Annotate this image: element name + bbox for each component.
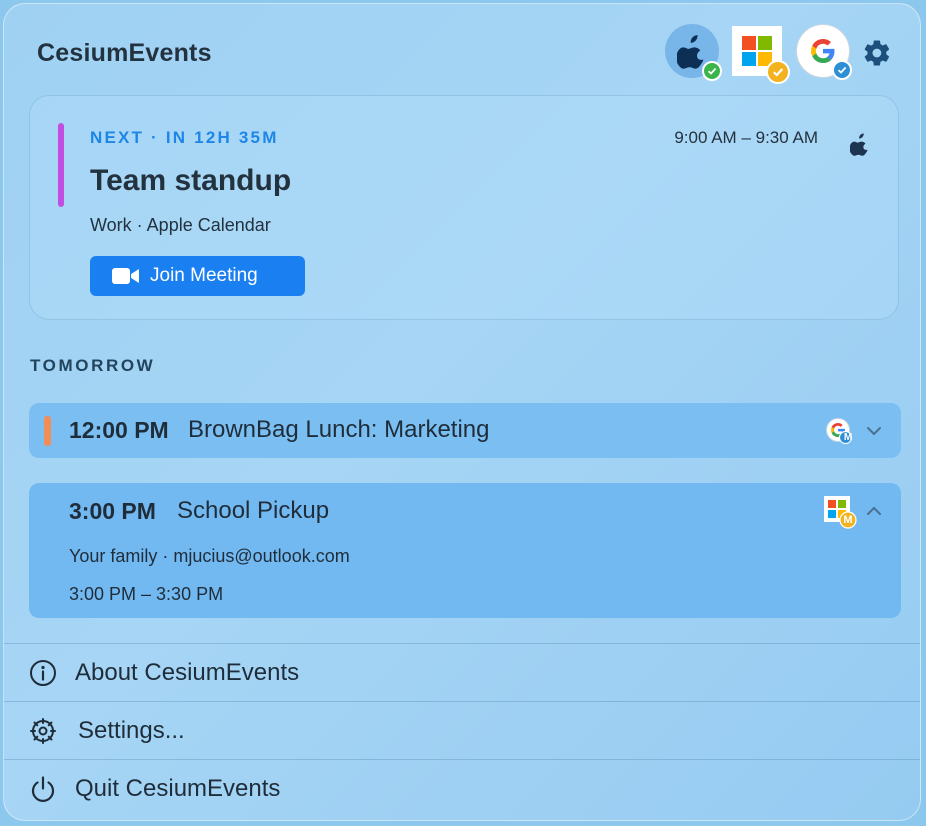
gear-icon[interactable]	[862, 38, 892, 68]
apple-icon	[677, 35, 704, 69]
app-title: CesiumEvents	[37, 39, 212, 67]
account-badge-letter: M	[843, 514, 853, 526]
google-icon	[811, 39, 835, 63]
event-color-bar	[44, 416, 51, 446]
check-icon	[773, 68, 784, 77]
info-icon	[30, 660, 56, 686]
quit-menu-item[interactable]: Quit CesiumEvents	[4, 760, 920, 817]
gear-icon	[30, 718, 56, 744]
settings-label: Settings...	[78, 716, 185, 744]
event-detail: Your family · mjucius@outlook.com	[69, 546, 350, 566]
event-row[interactable]: 12:00 PM BrownBag Lunch: Marketing M	[29, 403, 901, 458]
connected-badge	[702, 61, 722, 81]
event-title: BrownBag Lunch: Marketing	[188, 416, 490, 443]
account-badge-letter: M	[843, 432, 853, 443]
connected-badge	[766, 60, 790, 84]
about-menu-item[interactable]: About CesiumEvents	[4, 644, 920, 701]
event-title: School Pickup	[177, 497, 330, 524]
video-camera-icon	[112, 268, 139, 284]
event-time: 3:00 PM	[69, 498, 156, 524]
settings-menu-item[interactable]: Settings...	[4, 702, 920, 759]
cesiumevents-panel: CesiumEvents NEXT · IN 12H 35M 9:00 AM –…	[3, 3, 921, 821]
next-event-label: NEXT · IN 12H 35M	[90, 128, 279, 147]
power-icon	[31, 776, 55, 802]
apple-calendar-icon	[850, 133, 868, 156]
google-account-button[interactable]	[796, 24, 852, 80]
next-event-time: 9:00 AM – 9:30 AM	[674, 128, 818, 147]
next-event-card[interactable]: NEXT · IN 12H 35M 9:00 AM – 9:30 AM Team…	[29, 95, 899, 320]
connected-badge	[832, 60, 852, 80]
event-color-bar	[58, 123, 64, 207]
apple-account-button[interactable]	[665, 24, 722, 81]
chevron-up-icon[interactable]	[865, 502, 883, 520]
next-event-subtitle: Work · Apple Calendar	[90, 215, 271, 235]
chevron-down-icon[interactable]	[865, 422, 883, 440]
event-time: 12:00 PM	[69, 417, 169, 443]
microsoft-account-button[interactable]	[732, 26, 790, 84]
quit-label: Quit CesiumEvents	[75, 774, 281, 802]
next-event-title: Team standup	[90, 164, 292, 197]
join-meeting-button[interactable]: Join Meeting	[90, 256, 305, 296]
join-meeting-label: Join Meeting	[150, 265, 258, 286]
section-header-tomorrow: TOMORROW	[30, 356, 156, 375]
check-icon	[707, 67, 717, 75]
microsoft-icon	[742, 36, 772, 66]
about-label: About CesiumEvents	[75, 658, 300, 686]
event-time-range: 3:00 PM – 3:30 PM	[69, 584, 224, 604]
event-row-expanded[interactable]: 3:00 PM School Pickup Your family · mjuc…	[29, 483, 901, 618]
check-icon	[837, 66, 847, 74]
